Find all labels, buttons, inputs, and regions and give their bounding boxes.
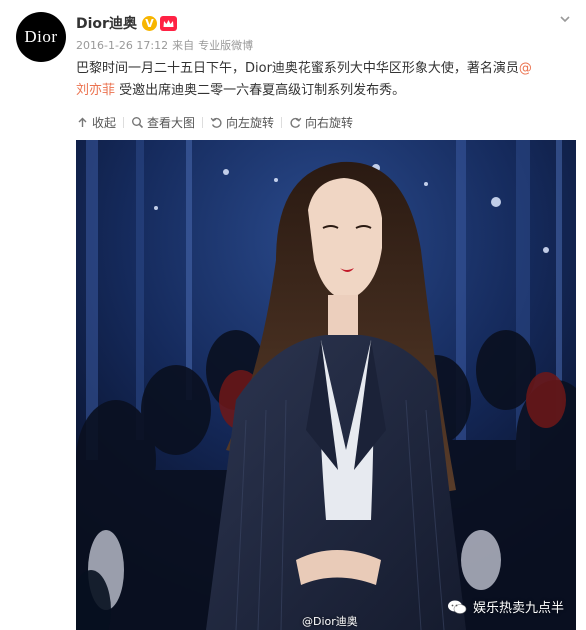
crown-icon bbox=[163, 19, 174, 27]
member-badge[interactable] bbox=[159, 15, 177, 31]
avatar[interactable]: Dior bbox=[16, 12, 66, 62]
watermark-account: 娱乐热卖九点半 bbox=[447, 597, 564, 616]
photo-illustration bbox=[76, 140, 576, 630]
source-link[interactable]: 专业版微博 bbox=[198, 39, 253, 52]
post-photo[interactable]: 娱乐热卖九点半 @Dior迪奥 bbox=[76, 140, 576, 630]
rotate-left-icon bbox=[210, 117, 222, 128]
expand-menu-button[interactable] bbox=[558, 12, 572, 26]
rotate-left-button[interactable]: 向左旋转 bbox=[210, 114, 274, 131]
rotate-right-icon bbox=[290, 117, 302, 128]
watermark-account-text: 娱乐热卖九点半 bbox=[472, 601, 564, 616]
chevron-down-icon bbox=[560, 16, 570, 23]
arrow-up-icon bbox=[78, 117, 87, 127]
verified-badge[interactable]: V bbox=[141, 15, 157, 31]
collapse-button[interactable]: 收起 bbox=[76, 114, 116, 131]
post-text-part1: 巴黎时间一月二十五日下午，Dior迪奥花蜜系列大中华区形象大使，著名演员 bbox=[76, 61, 519, 76]
mention-at[interactable]: @ bbox=[519, 61, 532, 76]
image-toolbar: 收起 查看大图 向左旋转 向右旋转 bbox=[76, 114, 353, 131]
post-meta: 2016-1-26 17:12 来自 专业版微博 bbox=[76, 37, 257, 53]
toolbar-divider bbox=[123, 117, 125, 128]
watermark-handle: @Dior迪奥 bbox=[302, 615, 358, 628]
username-link[interactable]: Dior迪奥 bbox=[76, 13, 137, 33]
post-header: Dior迪奥 V 2016-1-26 17:12 来自 专业版微博 bbox=[76, 13, 257, 53]
post-timestamp[interactable]: 2016-1-26 17:12 bbox=[76, 39, 168, 52]
rotate-right-label: 向右旋转 bbox=[305, 116, 354, 130]
toolbar-divider bbox=[281, 117, 283, 128]
verified-badge-text: V bbox=[145, 16, 154, 30]
view-large-button[interactable]: 查看大图 bbox=[131, 114, 195, 131]
chat-bubble-icon bbox=[447, 600, 467, 614]
magnifier-icon bbox=[132, 117, 144, 129]
avatar-logo-text: Dior bbox=[24, 27, 58, 46]
collapse-label: 收起 bbox=[92, 116, 117, 130]
view-large-label: 查看大图 bbox=[147, 116, 196, 130]
source-prefix: 来自 bbox=[172, 39, 195, 52]
rotate-right-button[interactable]: 向右旋转 bbox=[289, 114, 353, 131]
toolbar-divider bbox=[202, 117, 204, 128]
rotate-left-label: 向左旋转 bbox=[226, 116, 275, 130]
mention-link[interactable]: 刘亦菲 bbox=[76, 83, 115, 98]
post-content: 巴黎时间一月二十五日下午，Dior迪奥花蜜系列大中华区形象大使，著名演员@ 刘亦… bbox=[76, 58, 570, 102]
post-text-part2: 受邀出席迪奥二零一六春夏高级订制系列发布秀。 bbox=[115, 83, 406, 98]
